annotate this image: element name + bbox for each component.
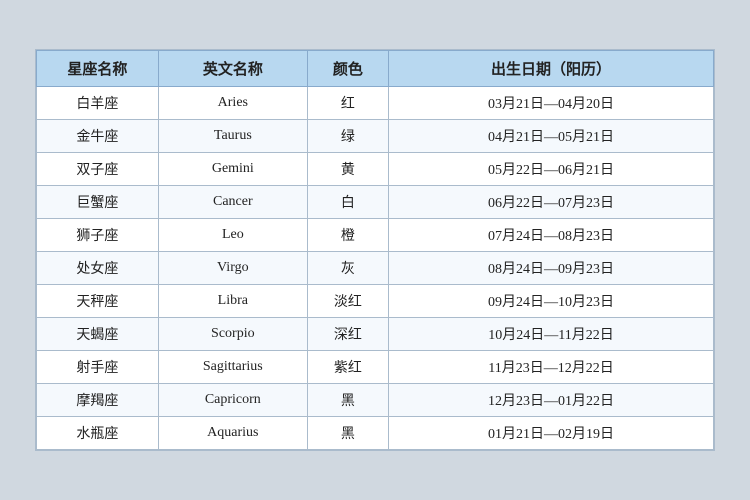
zodiac-table: 星座名称 英文名称 颜色 出生日期（阳历） 白羊座Aries红03月21日—04…	[36, 50, 714, 450]
cell-cn: 金牛座	[37, 120, 159, 153]
cell-color: 淡红	[307, 285, 388, 318]
cell-cn: 双子座	[37, 153, 159, 186]
cell-date: 01月21日—02月19日	[389, 417, 714, 450]
table-row: 双子座Gemini黄05月22日—06月21日	[37, 153, 714, 186]
cell-en: Gemini	[158, 153, 307, 186]
table-row: 白羊座Aries红03月21日—04月20日	[37, 87, 714, 120]
table-row: 处女座Virgo灰08月24日—09月23日	[37, 252, 714, 285]
cell-date: 08月24日—09月23日	[389, 252, 714, 285]
table-row: 天蝎座Scorpio深红10月24日—11月22日	[37, 318, 714, 351]
header-en: 英文名称	[158, 51, 307, 87]
cell-cn: 天秤座	[37, 285, 159, 318]
table-row: 摩羯座Capricorn黑12月23日—01月22日	[37, 384, 714, 417]
cell-en: Libra	[158, 285, 307, 318]
cell-en: Leo	[158, 219, 307, 252]
cell-en: Aquarius	[158, 417, 307, 450]
cell-color: 深红	[307, 318, 388, 351]
table-row: 巨蟹座Cancer白06月22日—07月23日	[37, 186, 714, 219]
cell-cn: 白羊座	[37, 87, 159, 120]
cell-cn: 处女座	[37, 252, 159, 285]
cell-date: 04月21日—05月21日	[389, 120, 714, 153]
cell-color: 黄	[307, 153, 388, 186]
cell-cn: 狮子座	[37, 219, 159, 252]
cell-en: Sagittarius	[158, 351, 307, 384]
cell-date: 03月21日—04月20日	[389, 87, 714, 120]
cell-cn: 射手座	[37, 351, 159, 384]
cell-color: 灰	[307, 252, 388, 285]
cell-color: 黑	[307, 384, 388, 417]
cell-color: 白	[307, 186, 388, 219]
cell-cn: 水瓶座	[37, 417, 159, 450]
cell-date: 12月23日—01月22日	[389, 384, 714, 417]
header-cn: 星座名称	[37, 51, 159, 87]
cell-cn: 摩羯座	[37, 384, 159, 417]
table-row: 金牛座Taurus绿04月21日—05月21日	[37, 120, 714, 153]
cell-color: 绿	[307, 120, 388, 153]
cell-date: 07月24日—08月23日	[389, 219, 714, 252]
table-row: 天秤座Libra淡红09月24日—10月23日	[37, 285, 714, 318]
cell-en: Taurus	[158, 120, 307, 153]
cell-date: 05月22日—06月21日	[389, 153, 714, 186]
header-date: 出生日期（阳历）	[389, 51, 714, 87]
cell-en: Virgo	[158, 252, 307, 285]
cell-date: 11月23日—12月22日	[389, 351, 714, 384]
zodiac-table-container: 星座名称 英文名称 颜色 出生日期（阳历） 白羊座Aries红03月21日—04…	[35, 49, 715, 451]
cell-cn: 巨蟹座	[37, 186, 159, 219]
cell-color: 黑	[307, 417, 388, 450]
cell-color: 红	[307, 87, 388, 120]
cell-en: Cancer	[158, 186, 307, 219]
cell-cn: 天蝎座	[37, 318, 159, 351]
cell-date: 06月22日—07月23日	[389, 186, 714, 219]
table-row: 射手座Sagittarius紫红11月23日—12月22日	[37, 351, 714, 384]
cell-en: Capricorn	[158, 384, 307, 417]
cell-color: 橙	[307, 219, 388, 252]
header-color: 颜色	[307, 51, 388, 87]
table-row: 狮子座Leo橙07月24日—08月23日	[37, 219, 714, 252]
cell-en: Aries	[158, 87, 307, 120]
cell-date: 09月24日—10月23日	[389, 285, 714, 318]
cell-date: 10月24日—11月22日	[389, 318, 714, 351]
table-row: 水瓶座Aquarius黑01月21日—02月19日	[37, 417, 714, 450]
table-header-row: 星座名称 英文名称 颜色 出生日期（阳历）	[37, 51, 714, 87]
cell-en: Scorpio	[158, 318, 307, 351]
cell-color: 紫红	[307, 351, 388, 384]
